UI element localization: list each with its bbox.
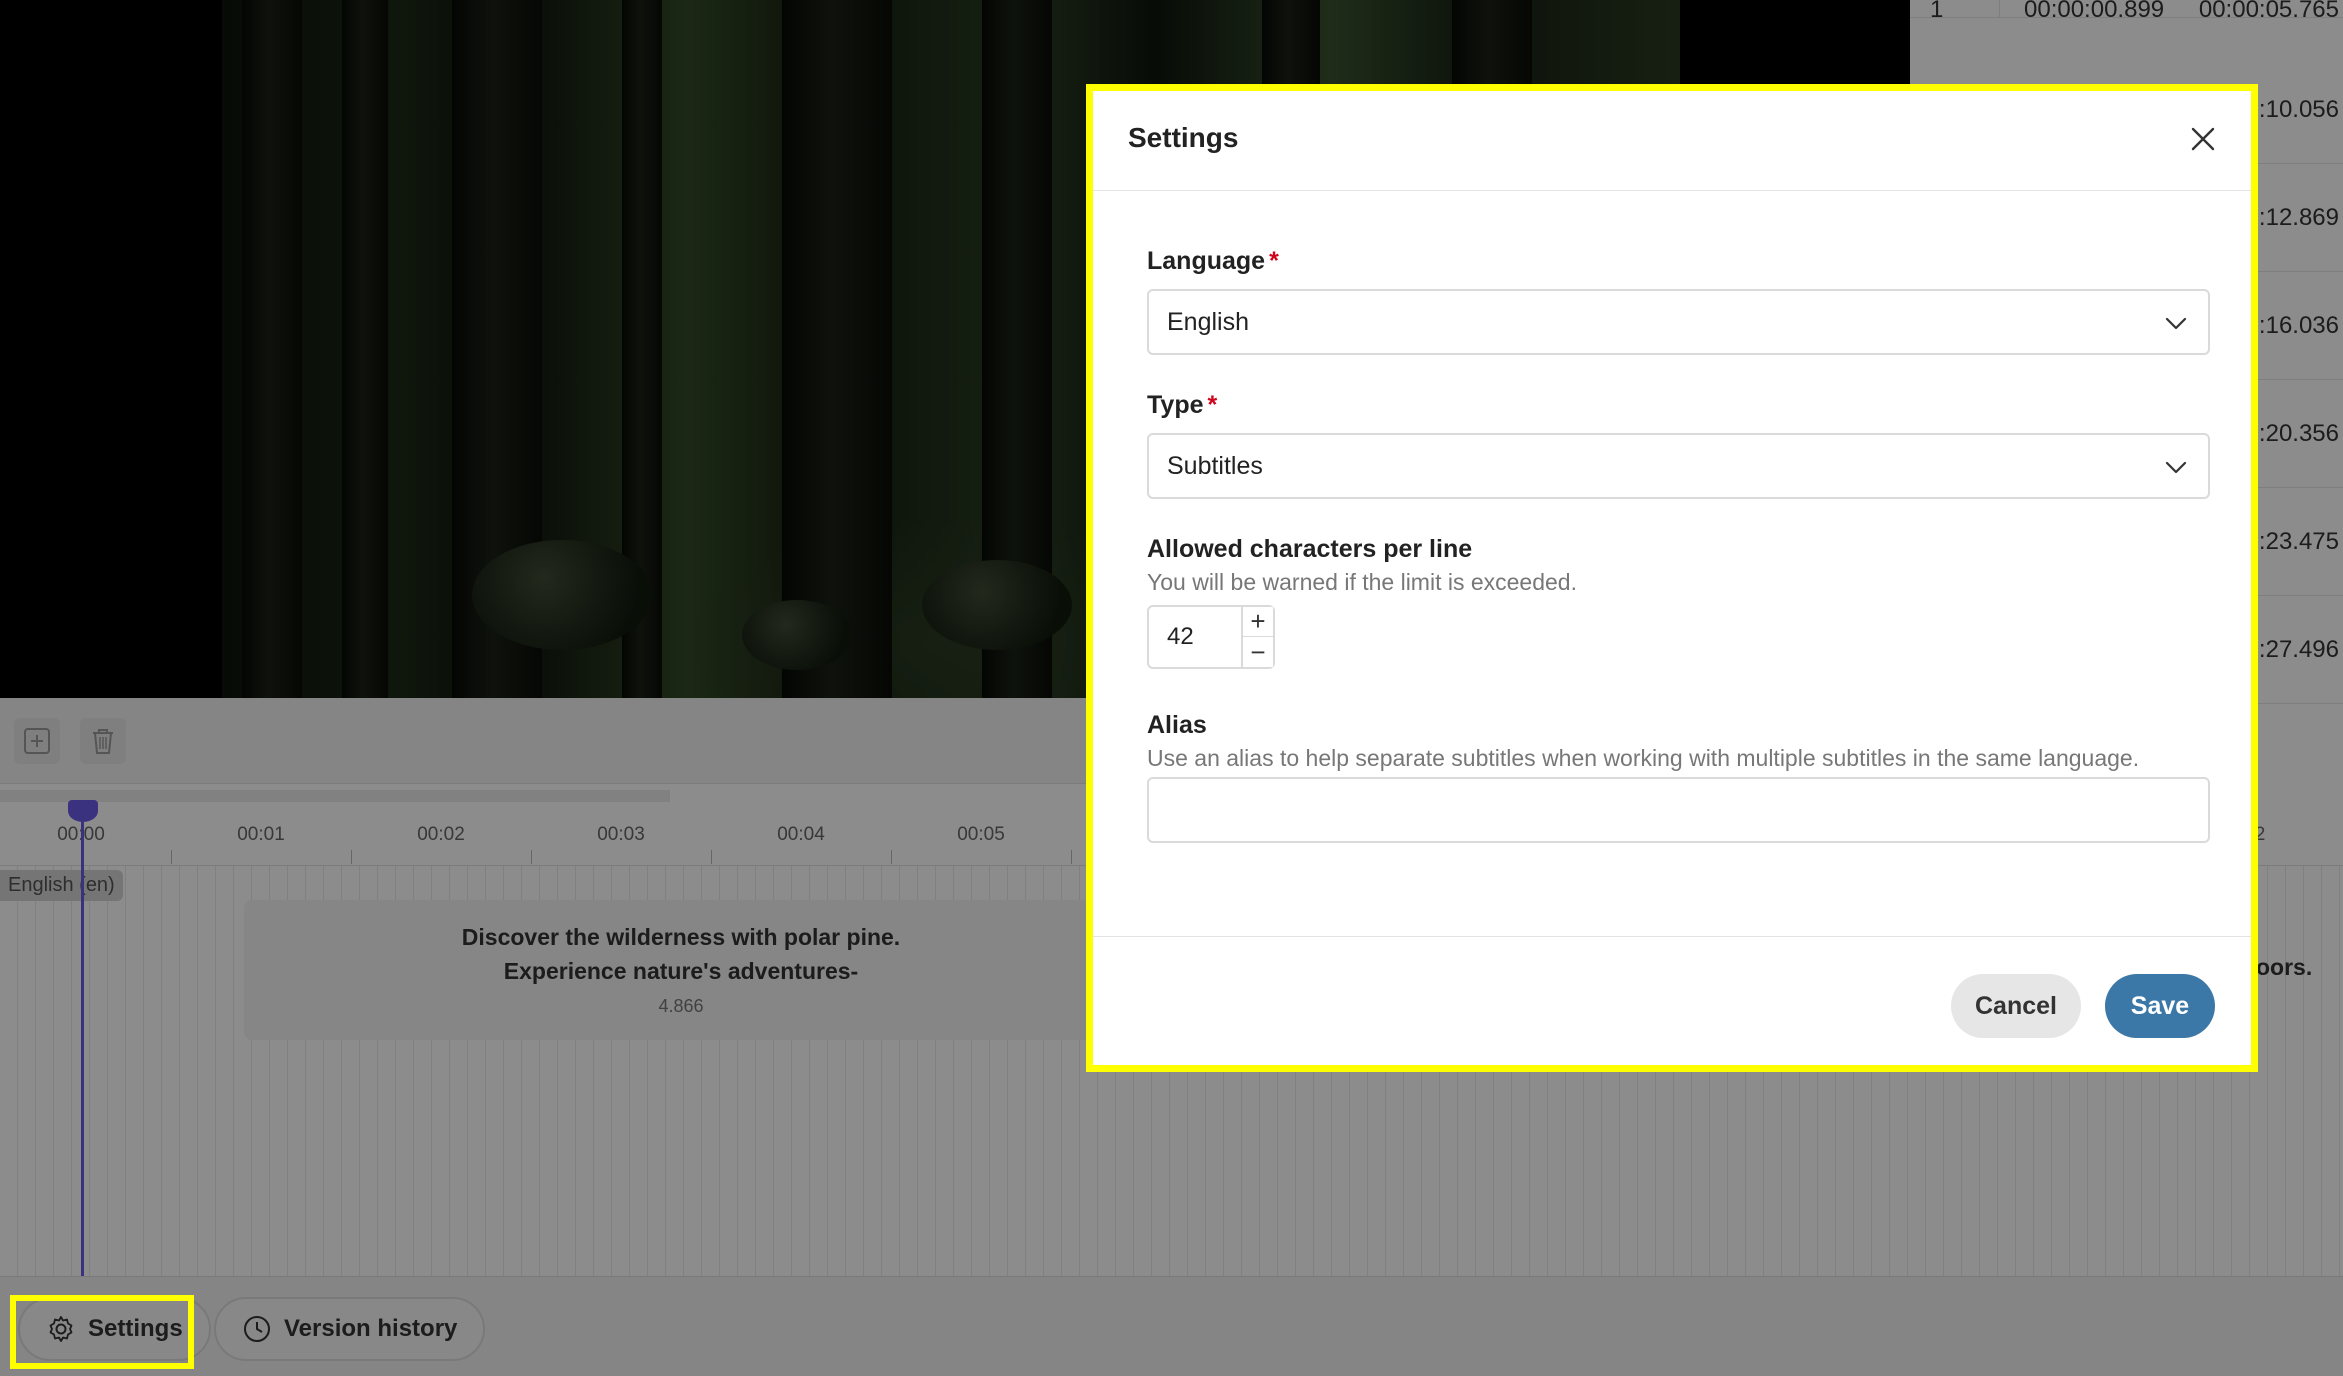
cancel-button[interactable]: Cancel — [1951, 974, 2081, 1038]
required-mark: * — [1269, 247, 1279, 275]
decrement-button[interactable]: − — [1241, 637, 1273, 667]
chars-per-line-input[interactable] — [1149, 607, 1243, 667]
chars-per-line-hint: You will be warned if the limit is excee… — [1147, 569, 1577, 595]
dialog-footer: Cancel Save — [1093, 936, 2251, 1072]
chevron-down-icon — [2165, 317, 2187, 330]
chars-per-line-stepper: + − — [1147, 605, 1275, 669]
alias-label: Alias — [1147, 711, 1207, 739]
type-label: Type * — [1147, 391, 1218, 419]
type-select-value: Subtitles — [1167, 451, 1263, 480]
dialog-header: Settings — [1093, 91, 2251, 191]
alias-hint: Use an alias to help separate subtitles … — [1147, 745, 2140, 771]
close-button[interactable] — [2183, 119, 2223, 159]
save-button[interactable]: Save — [2105, 974, 2215, 1038]
close-icon — [2191, 127, 2215, 151]
settings-dialog: Settings Language * English Type * Subtitl… — [1086, 84, 2258, 1072]
chars-per-line-label: Allowed characters per line — [1147, 535, 1473, 563]
language-select[interactable]: English — [1147, 289, 2210, 355]
dialog-title: Settings — [1128, 122, 1239, 153]
chevron-down-icon — [2165, 461, 2187, 474]
type-select[interactable]: Subtitles — [1147, 433, 2210, 499]
required-mark: * — [1207, 391, 1218, 419]
increment-button[interactable]: + — [1241, 606, 1273, 637]
language-select-value: English — [1167, 307, 1249, 336]
alias-input[interactable] — [1147, 777, 2210, 843]
language-label: Language * — [1147, 247, 1279, 275]
